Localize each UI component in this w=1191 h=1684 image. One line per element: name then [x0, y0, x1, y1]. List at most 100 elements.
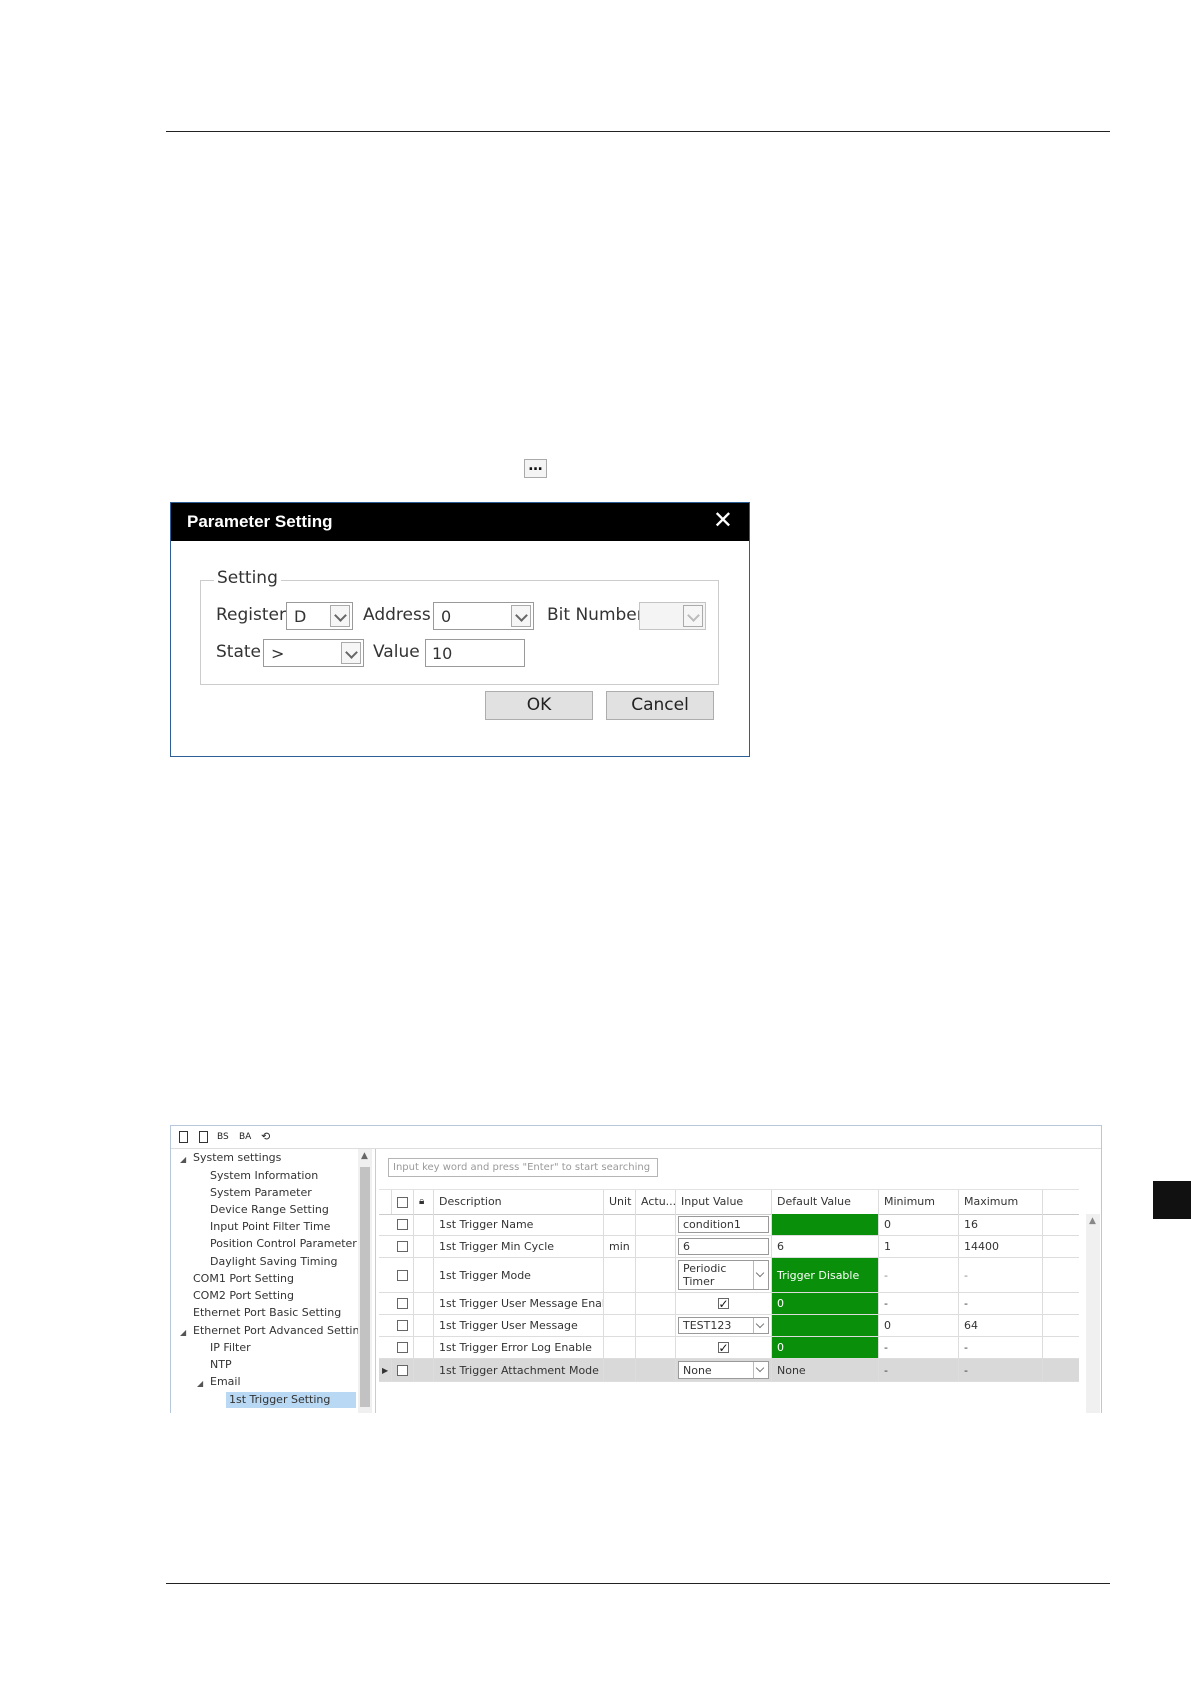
- maximum-cell: 14400: [959, 1236, 1043, 1257]
- default-cell: 0: [772, 1293, 879, 1314]
- tree-item[interactable]: Ethernet Port Advanced Setting: [193, 1323, 366, 1339]
- column-actual[interactable]: Actu...: [636, 1190, 676, 1214]
- row-checkbox[interactable]: [392, 1258, 414, 1292]
- scroll-up-icon[interactable]: ▲: [361, 1151, 368, 1161]
- scrollbar-thumb[interactable]: [360, 1167, 370, 1407]
- tree-item[interactable]: System Parameter: [210, 1185, 312, 1201]
- description-cell: 1st Trigger Attachment Mode: [434, 1359, 604, 1381]
- search-input[interactable]: Input key word and press "Enter" to star…: [388, 1158, 658, 1177]
- table-row[interactable]: 1st Trigger User Message TEST123 0 64: [379, 1315, 1079, 1337]
- settings-tree: ◢ System settings System Information Sys…: [171, 1149, 376, 1413]
- refresh-icon[interactable]: ⟲: [261, 1131, 270, 1143]
- tree-item[interactable]: COM2 Port Setting: [193, 1288, 294, 1304]
- bit-number-select[interactable]: [639, 602, 706, 630]
- tree-scrollbar[interactable]: ▲: [358, 1149, 372, 1413]
- select-all-checkbox[interactable]: [392, 1190, 414, 1214]
- row-checkbox[interactable]: [392, 1293, 414, 1314]
- column-description[interactable]: Description: [434, 1190, 604, 1214]
- input-cell[interactable]: condition1: [676, 1214, 772, 1235]
- table-row[interactable]: 1st Trigger Name condition1 0 16: [379, 1214, 1079, 1236]
- table-row[interactable]: 1st Trigger Min Cycle min 6 6 1 14400: [379, 1236, 1079, 1258]
- column-input-value[interactable]: Input Value: [676, 1190, 772, 1214]
- input-cell[interactable]: ✓: [676, 1293, 772, 1314]
- table-row[interactable]: 1st Trigger Mode Periodic Timer Trigger …: [379, 1258, 1079, 1293]
- close-icon[interactable]: ✕: [713, 505, 733, 535]
- tree-item[interactable]: COM1 Port Setting: [193, 1271, 294, 1287]
- value-input[interactable]: 10: [425, 639, 525, 667]
- lock-cell: [414, 1315, 434, 1336]
- minimum-cell: 1: [879, 1236, 959, 1257]
- mode-select[interactable]: Periodic Timer: [678, 1260, 769, 1290]
- tree-item-selected[interactable]: 1st Trigger Setting: [226, 1392, 356, 1408]
- attachment-mode-value: None: [683, 1363, 712, 1377]
- enable-checkbox[interactable]: ✓: [718, 1296, 729, 1311]
- collapse-arrow-icon[interactable]: ◢: [180, 1328, 186, 1337]
- ellipsis-button[interactable]: …: [524, 459, 547, 478]
- attachment-mode-select[interactable]: None: [678, 1361, 769, 1379]
- message-select[interactable]: TEST123: [678, 1317, 769, 1334]
- bs-icon[interactable]: BS: [217, 1131, 229, 1143]
- row-pointer-icon: ▶: [379, 1359, 392, 1381]
- chevron-down-icon[interactable]: [330, 605, 350, 627]
- tree-item[interactable]: Daylight Saving Timing: [210, 1254, 338, 1270]
- tree-item[interactable]: System Information: [210, 1168, 318, 1184]
- minimum-cell: 0: [879, 1315, 959, 1336]
- mode-select-value: Periodic Timer: [683, 1262, 727, 1288]
- row-checkbox[interactable]: [392, 1315, 414, 1336]
- tree-item[interactable]: System settings: [193, 1150, 281, 1166]
- export-icon[interactable]: [199, 1131, 208, 1143]
- parameter-setting-dialog: Parameter Setting ✕ Setting Register D A…: [170, 502, 750, 757]
- register-select[interactable]: D: [286, 602, 353, 630]
- checkmark-icon: ✓: [718, 1296, 729, 1311]
- grid-header: 🔒︎ Description Unit Actu... Input Value …: [379, 1189, 1079, 1215]
- input-cell[interactable]: ✓: [676, 1337, 772, 1358]
- value-label: Value: [373, 642, 420, 662]
- chevron-down-icon[interactable]: [511, 605, 531, 627]
- column-default-value[interactable]: Default Value: [772, 1190, 879, 1214]
- minimum-cell: 0: [879, 1214, 959, 1235]
- setting-group-label: Setting: [214, 568, 281, 588]
- column-maximum[interactable]: Maximum: [959, 1190, 1043, 1214]
- register-value: D: [294, 607, 307, 626]
- collapse-arrow-icon[interactable]: ◢: [180, 1155, 186, 1164]
- scroll-up-icon[interactable]: ▲: [1089, 1216, 1096, 1226]
- ok-button[interactable]: OK: [485, 691, 593, 720]
- row-checkbox[interactable]: [392, 1236, 414, 1257]
- input-cell[interactable]: 6: [676, 1236, 772, 1257]
- unit-cell: [604, 1359, 636, 1381]
- tree-item[interactable]: Ethernet Port Basic Setting: [193, 1305, 341, 1321]
- tree-item[interactable]: Input Point Filter Time: [210, 1219, 330, 1235]
- enable-checkbox[interactable]: ✓: [718, 1341, 729, 1355]
- default-cell: [772, 1214, 879, 1235]
- column-unit[interactable]: Unit: [604, 1190, 636, 1214]
- address-select[interactable]: 0: [433, 602, 534, 630]
- tree-item[interactable]: Email: [210, 1374, 241, 1390]
- tree-item[interactable]: Position Control Parameter: [210, 1236, 357, 1252]
- input-value-field[interactable]: condition1: [678, 1216, 769, 1233]
- setting-group: Setting Register D Address 0 Bit Number …: [200, 568, 719, 685]
- table-row[interactable]: 1st Trigger User Message Enable ✓ 0 - -: [379, 1293, 1079, 1315]
- row-checkbox[interactable]: [392, 1337, 414, 1358]
- description-cell: 1st Trigger User Message Enable: [434, 1293, 604, 1314]
- cancel-button[interactable]: Cancel: [606, 691, 714, 720]
- ba-icon[interactable]: BA: [239, 1131, 251, 1143]
- collapse-arrow-icon[interactable]: ◢: [197, 1379, 203, 1388]
- tree-item[interactable]: Device Range Setting: [210, 1202, 329, 1218]
- input-cell[interactable]: TEST123: [676, 1315, 772, 1336]
- column-minimum[interactable]: Minimum: [879, 1190, 959, 1214]
- import-icon[interactable]: [179, 1131, 188, 1143]
- input-cell[interactable]: None: [676, 1359, 772, 1381]
- row-checkbox[interactable]: [392, 1214, 414, 1235]
- header-rule: [166, 131, 1110, 132]
- row-checkbox[interactable]: [392, 1359, 414, 1381]
- chevron-down-icon[interactable]: [341, 642, 361, 664]
- input-cell[interactable]: Periodic Timer: [676, 1258, 772, 1292]
- input-value-field[interactable]: 6: [678, 1238, 769, 1255]
- table-row-selected[interactable]: ▶ 1st Trigger Attachment Mode None None …: [379, 1359, 1079, 1382]
- tree-item[interactable]: NTP: [210, 1357, 232, 1373]
- table-row[interactable]: 1st Trigger Error Log Enable ✓ 0 - -: [379, 1337, 1079, 1359]
- state-select[interactable]: >: [263, 639, 364, 667]
- chevron-down-icon[interactable]: [683, 605, 703, 627]
- grid-scrollbar[interactable]: ▲: [1086, 1214, 1100, 1413]
- tree-item[interactable]: IP Filter: [210, 1340, 251, 1356]
